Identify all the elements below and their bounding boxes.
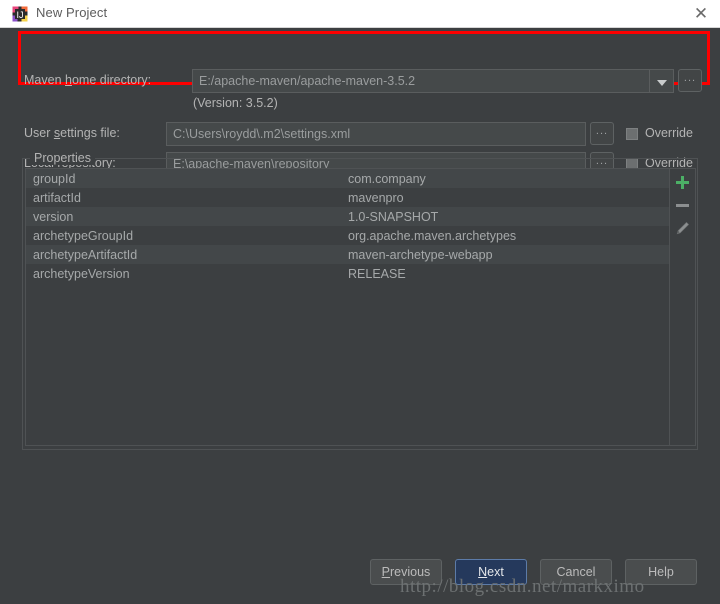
property-value: mavenpro xyxy=(348,190,404,205)
svg-text:IJ: IJ xyxy=(16,10,23,20)
dialog-body: Maven home directory: E:/apache-maven/ap… xyxy=(0,28,720,604)
property-key: archetypeArtifactId xyxy=(33,247,138,262)
minus-icon[interactable] xyxy=(674,197,691,214)
property-key: artifactId xyxy=(33,190,81,205)
maven-home-dropdown-button[interactable] xyxy=(650,69,674,93)
maven-home-label: Maven home directory: xyxy=(24,73,152,87)
table-row[interactable]: groupId com.company xyxy=(26,169,669,188)
user-settings-label: User settings file: xyxy=(24,126,120,140)
maven-version-note: (Version: 3.5.2) xyxy=(193,96,278,110)
user-settings-override-checkbox[interactable] xyxy=(626,128,638,140)
properties-group-title: Properties xyxy=(30,151,95,165)
maven-home-input[interactable]: E:/apache-maven/apache-maven-3.5.2 xyxy=(192,69,650,93)
intellij-idea-icon: IJ xyxy=(12,6,28,22)
property-value: org.apache.maven.archetypes xyxy=(348,228,517,243)
properties-toolbar xyxy=(670,168,696,446)
window-title: New Project xyxy=(36,5,108,20)
user-settings-override-label: Override xyxy=(645,126,693,140)
table-row[interactable]: version 1.0-SNAPSHOT xyxy=(26,207,669,226)
cancel-button[interactable]: Cancel xyxy=(540,559,612,585)
table-row[interactable]: artifactId mavenpro xyxy=(26,188,669,207)
plus-icon[interactable] xyxy=(674,174,691,191)
maven-home-browse-button[interactable]: ... xyxy=(678,69,702,92)
table-row[interactable]: archetypeArtifactId maven-archetype-weba… xyxy=(26,245,669,264)
property-key: archetypeVersion xyxy=(33,266,130,281)
new-project-dialog: IJ New Project ✕ Maven home directory: E… xyxy=(0,0,720,604)
properties-table[interactable]: groupId com.company artifactId mavenpro … xyxy=(25,168,670,446)
property-value: 1.0-SNAPSHOT xyxy=(348,209,439,224)
table-row[interactable]: archetypeVersion RELEASE xyxy=(26,264,669,283)
property-key: groupId xyxy=(33,171,76,186)
previous-button[interactable]: Previous xyxy=(370,559,442,585)
property-value: maven-archetype-webapp xyxy=(348,247,493,262)
chevron-down-icon xyxy=(657,80,667,86)
property-key: archetypeGroupId xyxy=(33,228,134,243)
close-icon[interactable]: ✕ xyxy=(692,5,710,23)
help-button[interactable]: Help xyxy=(625,559,697,585)
pencil-icon[interactable] xyxy=(674,220,691,237)
table-row[interactable]: archetypeGroupId org.apache.maven.archet… xyxy=(26,226,669,245)
property-key: version xyxy=(33,209,74,224)
next-button[interactable]: Next xyxy=(455,559,527,585)
property-value: com.company xyxy=(348,171,426,186)
property-value: RELEASE xyxy=(348,266,406,281)
user-settings-browse-button[interactable]: ... xyxy=(590,122,614,145)
user-settings-input[interactable]: C:\Users\roydd\.m2\settings.xml xyxy=(166,122,586,146)
title-bar: IJ New Project ✕ xyxy=(0,0,720,28)
